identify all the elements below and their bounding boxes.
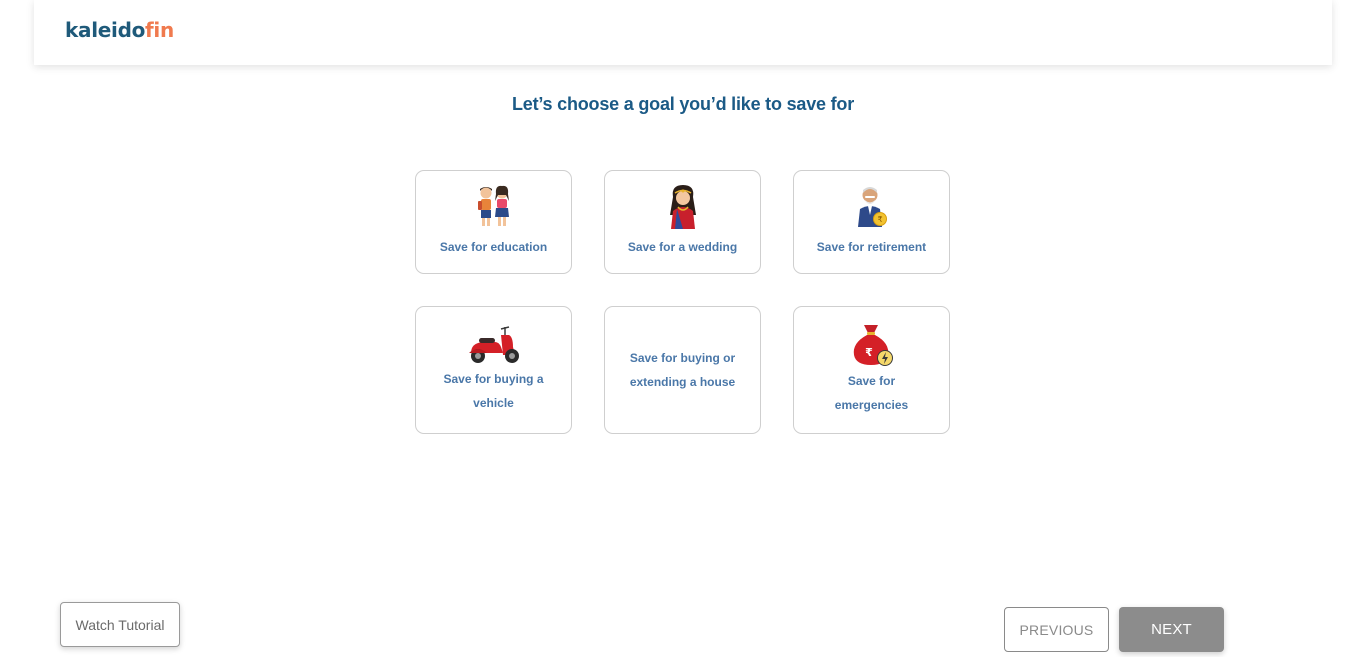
red-scooter-icon [468, 326, 519, 363]
logo-text-part2: fin [145, 18, 174, 42]
top-header-bar: kaleidofin [34, 0, 1332, 65]
goal-label-emergencies: Save for emergencies [834, 374, 909, 412]
goal-card-wedding[interactable]: Save for a wedding [604, 170, 761, 274]
svg-text:₹: ₹ [877, 215, 882, 224]
next-button[interactable]: NEXT [1119, 607, 1224, 652]
kaleidofin-logo[interactable]: kaleidofin [65, 18, 174, 42]
rupee-money-bag-icon: ₹ [853, 325, 893, 366]
page-title: Let’s choose a goal you’d like to save f… [511, 94, 855, 114]
goal-label-house: Save for buying or extending a house [629, 351, 736, 389]
bride-wedding-icon [669, 185, 696, 229]
previous-button[interactable]: PREVIOUS [1004, 607, 1109, 652]
logo-text-part1: kaleido [65, 18, 146, 42]
svg-text:₹: ₹ [865, 346, 873, 359]
goal-label-vehicle: Save for buying a vehicle [443, 372, 544, 410]
goal-label-retirement: Save for retirement [816, 240, 927, 254]
goal-card-emergencies[interactable]: ₹ Save for emergencies [793, 306, 950, 434]
goal-card-retirement[interactable]: ₹ Save for retirement [793, 170, 950, 274]
goal-label-education: Save for education [439, 240, 548, 254]
goal-card-education[interactable]: Save for education [415, 170, 572, 274]
goal-label-wedding: Save for a wedding [627, 240, 738, 254]
goal-card-vehicle[interactable]: Save for buying a vehicle [415, 306, 572, 434]
kids-education-icon [477, 185, 509, 226]
elderly-man-retirement-icon: ₹ [857, 187, 887, 227]
goal-card-house[interactable]: Save for buying or extending a house [604, 306, 761, 434]
watch-tutorial-button[interactable]: Watch Tutorial [60, 602, 180, 647]
